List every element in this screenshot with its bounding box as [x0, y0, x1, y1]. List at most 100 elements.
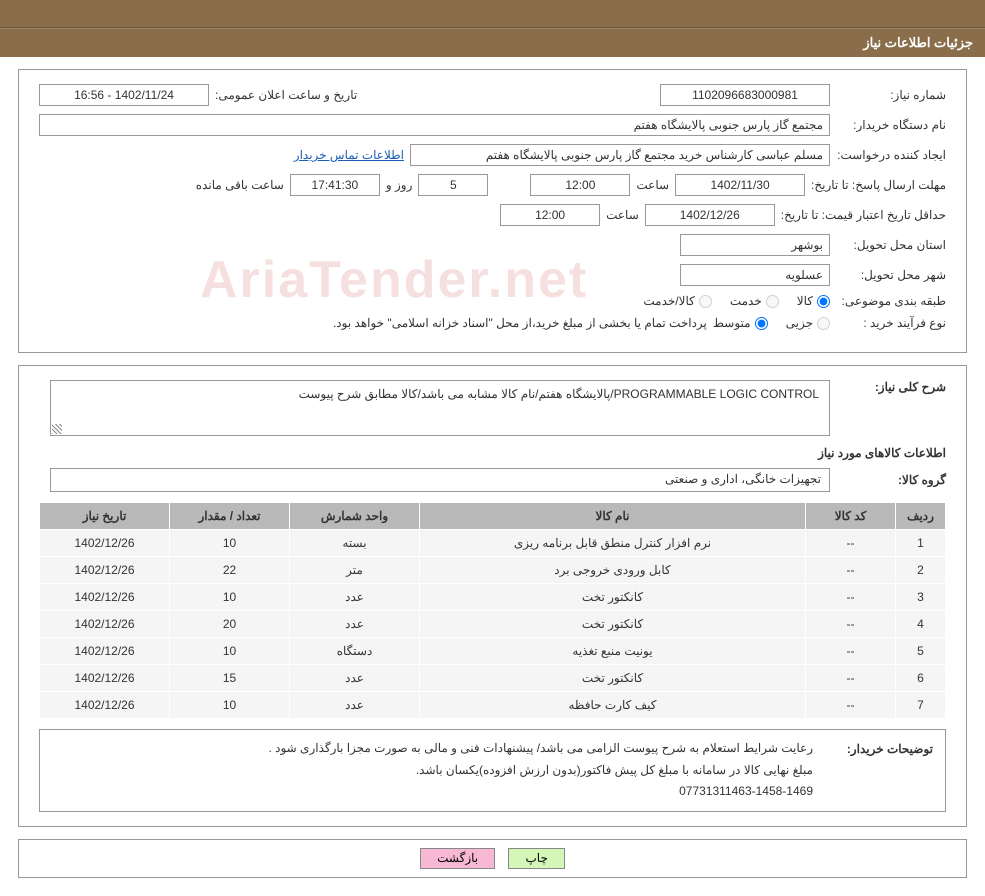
radio-khadamat[interactable]: خدمت — [730, 294, 779, 308]
req-no-field: 1102096683000981 — [660, 84, 830, 106]
days-remaining: 5 — [418, 174, 488, 196]
cell-unit: عدد — [290, 692, 420, 719]
validity-date: 1402/12/26 — [645, 204, 775, 226]
cell-name: کانکتور تخت — [420, 584, 806, 611]
validity-time: 12:00 — [500, 204, 600, 226]
province-label: استان محل تحویل: — [836, 238, 946, 252]
cell-qty: 22 — [170, 557, 290, 584]
th-code: کد کالا — [806, 503, 896, 530]
cell-qty: 10 — [170, 530, 290, 557]
resize-handle-icon[interactable] — [52, 424, 62, 434]
city-label: شهر محل تحویل: — [836, 268, 946, 282]
table-row[interactable]: 5--یونیت منبع تغذیهدستگاه101402/12/26 — [40, 638, 946, 665]
table-row[interactable]: 4--کانکتور تختعدد201402/12/26 — [40, 611, 946, 638]
cell-qty: 10 — [170, 584, 290, 611]
items-subhead: اطلاعات کالاهای مورد نیاز — [39, 446, 946, 460]
cell-n: 3 — [896, 584, 946, 611]
deadline-label: مهلت ارسال پاسخ: تا تاریخ: — [811, 177, 946, 194]
print-button[interactable]: چاپ — [508, 848, 564, 869]
subject-radios: کالا خدمت کالا/خدمت — [643, 294, 830, 308]
th-date: تاریخ نیاز — [40, 503, 170, 530]
creator-label: ایجاد کننده درخواست: — [836, 148, 946, 162]
th-name: نام کالا — [420, 503, 806, 530]
cell-code: -- — [806, 692, 896, 719]
buyer-org-field: مجتمع گاز پارس جنوبی پالایشگاه هفتم — [39, 114, 830, 136]
table-header-row: ردیف کد کالا نام کالا واحد شمارش تعداد /… — [40, 503, 946, 530]
cell-qty: 20 — [170, 611, 290, 638]
radio-partial[interactable]: جزیی — [786, 316, 830, 330]
buyer-contact-link[interactable]: اطلاعات تماس خریدار — [294, 148, 404, 162]
buyer-org-label: نام دستگاه خریدار: — [836, 118, 946, 132]
time-remaining: 17:41:30 — [290, 174, 380, 196]
table-row[interactable]: 1--نرم افزار کنترل منطق قابل برنامه ریزی… — [40, 530, 946, 557]
cell-date: 1402/12/26 — [40, 638, 170, 665]
cell-name: نرم افزار کنترل منطق قابل برنامه ریزی — [420, 530, 806, 557]
need-info-section: شماره نیاز: 1102096683000981 تاریخ و ساع… — [18, 69, 967, 353]
radio-kala[interactable]: کالا — [797, 294, 830, 308]
buyer-notes-label: توضیحات خریدار: — [823, 738, 933, 756]
cell-n: 5 — [896, 638, 946, 665]
cell-code: -- — [806, 530, 896, 557]
page-title: جزئیات اطلاعات نیاز — [863, 35, 973, 50]
hour-label-1: ساعت — [636, 178, 669, 192]
cell-unit: عدد — [290, 584, 420, 611]
purchase-type-label: نوع فرآیند خرید : — [836, 316, 946, 330]
cell-qty: 10 — [170, 692, 290, 719]
city-field: عسلویه — [680, 264, 830, 286]
th-qty: تعداد / مقدار — [170, 503, 290, 530]
cell-date: 1402/12/26 — [40, 557, 170, 584]
cell-code: -- — [806, 557, 896, 584]
radio-kalakhadamat[interactable]: کالا/خدمت — [643, 294, 711, 308]
table-row[interactable]: 6--کانکتور تختعدد151402/12/26 — [40, 665, 946, 692]
radio-medium[interactable]: متوسط — [713, 316, 768, 330]
th-row: ردیف — [896, 503, 946, 530]
need-desc-area[interactable]: PROGRAMMABLE LOGIC CONTROL/پالایشگاه هفت… — [50, 380, 830, 436]
remain-label: ساعت باقی مانده — [196, 178, 284, 192]
radio-khadamat-input[interactable] — [766, 295, 779, 308]
deadline-date: 1402/11/30 — [675, 174, 805, 196]
cell-code: -- — [806, 665, 896, 692]
cell-n: 4 — [896, 611, 946, 638]
cell-name: کیف کارت حافظه — [420, 692, 806, 719]
subject-label: طبقه بندی موضوعی: — [836, 294, 946, 308]
radio-kala-input[interactable] — [817, 295, 830, 308]
radio-kalakhadamat-input[interactable] — [699, 295, 712, 308]
table-row[interactable]: 2--کابل ورودی خروجی بردمتر221402/12/26 — [40, 557, 946, 584]
footer-actions: چاپ بازگشت — [18, 839, 967, 878]
cell-qty: 15 — [170, 665, 290, 692]
cell-code: -- — [806, 611, 896, 638]
cell-date: 1402/12/26 — [40, 584, 170, 611]
cell-qty: 10 — [170, 638, 290, 665]
items-table: ردیف کد کالا نام کالا واحد شمارش تعداد /… — [39, 502, 946, 719]
cell-n: 2 — [896, 557, 946, 584]
radio-partial-input[interactable] — [817, 317, 830, 330]
ann-date-label: تاریخ و ساعت اعلان عمومی: — [215, 88, 357, 102]
hour-label-2: ساعت — [606, 208, 639, 222]
back-button[interactable]: بازگشت — [420, 848, 495, 869]
cell-n: 1 — [896, 530, 946, 557]
req-no-label: شماره نیاز: — [836, 88, 946, 102]
th-unit: واحد شمارش — [290, 503, 420, 530]
cell-unit: عدد — [290, 611, 420, 638]
cell-date: 1402/12/26 — [40, 611, 170, 638]
group-field: تجهیزات خانگی، اداری و صنعتی — [50, 468, 830, 492]
radio-medium-input[interactable] — [755, 317, 768, 330]
ann-date-field: 1402/11/24 - 16:56 — [39, 84, 209, 106]
creator-field: مسلم عباسی کارشناس خرید مجتمع گاز پارس ج… — [410, 144, 830, 166]
province-field: بوشهر — [680, 234, 830, 256]
cell-name: یونیت منبع تغذیه — [420, 638, 806, 665]
table-row[interactable]: 7--کیف کارت حافظهعدد101402/12/26 — [40, 692, 946, 719]
cell-unit: دستگاه — [290, 638, 420, 665]
cell-name: کابل ورودی خروجی برد — [420, 557, 806, 584]
purchase-note: پرداخت تمام یا بخشی از مبلغ خرید،از محل … — [333, 316, 707, 330]
need-desc-label: شرح کلی نیاز: — [836, 380, 946, 394]
cell-unit: بسته — [290, 530, 420, 557]
cell-date: 1402/12/26 — [40, 692, 170, 719]
table-row[interactable]: 3--کانکتور تختعدد101402/12/26 — [40, 584, 946, 611]
items-section: شرح کلی نیاز: PROGRAMMABLE LOGIC CONTROL… — [18, 365, 967, 827]
cell-unit: عدد — [290, 665, 420, 692]
group-label: گروه کالا: — [836, 473, 946, 487]
deadline-time: 12:00 — [530, 174, 630, 196]
cell-name: کانکتور تخت — [420, 665, 806, 692]
buyer-notes-box: توضیحات خریدار: رعایت شرایط استعلام به ش… — [39, 729, 946, 812]
